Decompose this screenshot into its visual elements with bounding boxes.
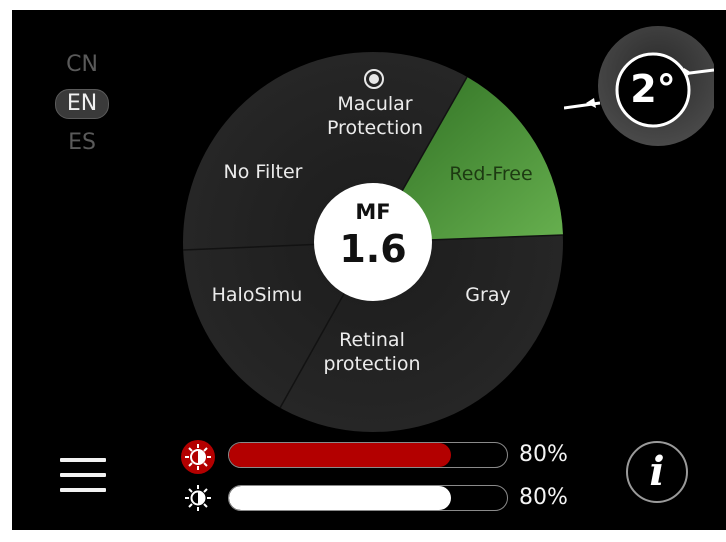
- segment-gray[interactable]: Gray: [448, 283, 528, 307]
- menu-button[interactable]: [60, 458, 106, 496]
- target-icon: [364, 69, 384, 89]
- camera-screen: CN EN ES Macular Protection Red-Free Gra…: [12, 10, 726, 530]
- brightness-red-icon[interactable]: [180, 439, 216, 475]
- segment-halosimu[interactable]: HaloSimu: [202, 283, 312, 307]
- brightness-value-white: 80%: [519, 485, 568, 510]
- segment-macular-protection[interactable]: Macular Protection: [320, 92, 430, 140]
- magnification-label: MF: [355, 200, 391, 224]
- arrow-left-icon: [586, 98, 596, 108]
- magnification-value: 1.6: [339, 227, 407, 271]
- segment-retinal-protection[interactable]: Retinal protection: [312, 328, 432, 376]
- magnification-display[interactable]: MF 1.6: [314, 183, 432, 301]
- segment-red-free[interactable]: Red-Free: [436, 162, 546, 186]
- brightness-slider-white[interactable]: [228, 485, 508, 511]
- segment-no-filter[interactable]: No Filter: [208, 160, 318, 184]
- brightness-value-red: 80%: [519, 442, 568, 467]
- brightness-fill-red: [229, 443, 452, 467]
- field-of-view-value: 2°: [630, 67, 676, 111]
- brightness-slider-red[interactable]: [228, 442, 508, 468]
- info-icon: i: [649, 448, 665, 495]
- brightness-icon[interactable]: [182, 482, 214, 514]
- brightness-fill-white: [229, 486, 452, 510]
- info-button[interactable]: i: [626, 441, 688, 503]
